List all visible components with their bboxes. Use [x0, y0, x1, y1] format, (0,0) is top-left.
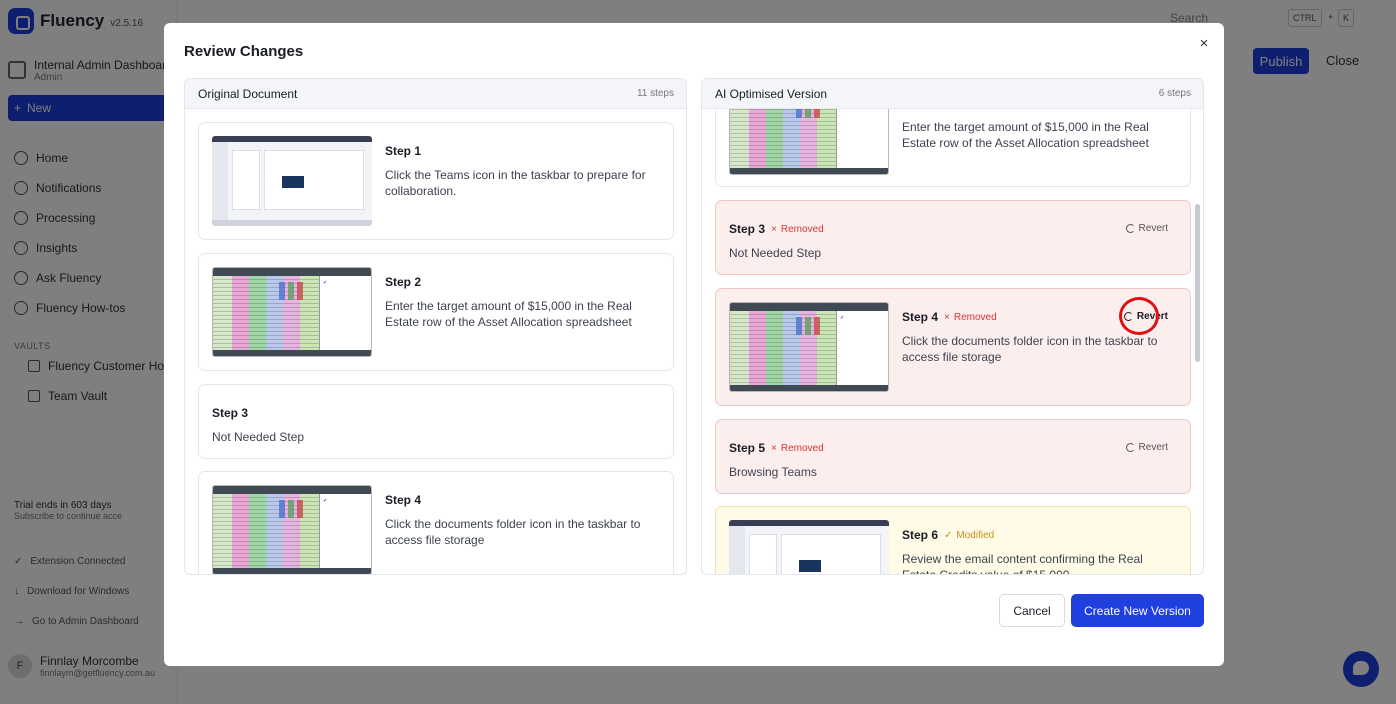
step-card[interactable]: ✓ Step 4 Click the documents folder icon… — [198, 471, 674, 574]
step-card[interactable]: ✓ Enter the target amount of $15,000 in … — [715, 109, 1191, 187]
check-icon: ✓ — [944, 529, 953, 541]
revert-icon — [1125, 224, 1135, 233]
cancel-button[interactable]: Cancel — [999, 594, 1065, 627]
optimised-steps-list[interactable]: ✓ Enter the target amount of $15,000 in … — [702, 109, 1203, 574]
step-card[interactable]: Step 1 Click the Teams icon in the taskb… — [198, 122, 674, 240]
step-title: Step 2 — [385, 275, 657, 289]
step-number: Step 4 — [902, 310, 939, 324]
step-title: Step 4 — [385, 493, 657, 507]
step-number: Step 3 — [212, 406, 249, 420]
step-number: Step 3 — [729, 222, 766, 236]
step-card-removed[interactable]: ✓ Step 4 × Removed Click the documents fo… — [715, 288, 1191, 406]
revert-button[interactable]: Revert — [1125, 223, 1168, 234]
panel-header: AI Optimised Version 6 steps — [702, 79, 1203, 109]
create-new-version-button[interactable]: Create New Version — [1071, 594, 1204, 627]
revert-icon — [1125, 443, 1135, 452]
step-description: Click the documents folder icon in the t… — [902, 334, 1158, 364]
modal-title: Review Changes — [184, 43, 304, 60]
step-description: Not Needed Step — [729, 246, 822, 260]
step-title: Step 5 × Removed — [729, 441, 1174, 455]
status-badge: × Removed — [771, 224, 824, 235]
close-icon[interactable]: × — [1196, 36, 1212, 52]
revert-icon — [1123, 312, 1133, 321]
step-description: Click the Teams icon in the taskbar to p… — [385, 168, 646, 198]
scrollbar[interactable] — [1195, 204, 1200, 362]
revert-label: Revert — [1138, 442, 1168, 453]
step-title: Step 1 — [385, 144, 657, 158]
status-label: Removed — [780, 223, 824, 235]
step-screenshot: ✓ — [729, 109, 889, 175]
status-label: Removed — [953, 311, 997, 323]
step-description: Enter the target amount of $15,000 in th… — [902, 120, 1149, 150]
step-number: Step 1 — [385, 144, 422, 158]
step-number: Step 2 — [385, 275, 422, 289]
revert-label: Revert — [1138, 223, 1168, 234]
step-card-removed[interactable]: Step 5 × Removed Browsing Teams Revert — [715, 419, 1191, 494]
status-label: Removed — [780, 442, 824, 454]
step-count: 6 steps — [1158, 88, 1191, 99]
revert-button[interactable]: Revert — [1123, 311, 1168, 322]
step-number: Step 4 — [385, 493, 422, 507]
panel-title: AI Optimised Version — [715, 86, 828, 101]
step-number: Step 6 — [902, 528, 939, 542]
step-description: Click the documents folder icon in the t… — [385, 517, 641, 547]
step-card-modified[interactable]: Step 6 ✓ Modified Review the email conten… — [715, 506, 1191, 574]
step-count: 11 steps — [636, 88, 674, 99]
step-screenshot: ✓ — [212, 485, 372, 574]
x-icon: × — [944, 311, 950, 323]
fluency-logo-icon: ✓ — [840, 315, 845, 321]
x-icon: × — [771, 223, 777, 235]
step-description: Enter the target amount of $15,000 in th… — [385, 299, 632, 329]
step-title: Step 6 ✓ Modified — [902, 528, 1174, 542]
step-description: Review the email content confirming the … — [902, 552, 1143, 574]
step-screenshot: ✓ — [729, 302, 889, 392]
step-number: Step 5 — [729, 441, 766, 455]
step-description: Not Needed Step — [212, 430, 305, 444]
step-screenshot: ✓ — [212, 267, 372, 357]
step-title: Step 3 × Removed — [729, 222, 1174, 236]
status-badge: × Removed — [771, 443, 824, 454]
step-screenshot — [729, 520, 889, 574]
ai-optimised-panel: AI Optimised Version 6 steps ✓ Enter the… — [701, 78, 1204, 575]
status-label: Modified — [956, 529, 995, 541]
fluency-logo-icon: ✓ — [323, 498, 328, 504]
step-card[interactable]: Step 3 Not Needed Step — [198, 384, 674, 459]
revert-button[interactable]: Revert — [1125, 442, 1168, 453]
original-steps-list[interactable]: Step 1 Click the Teams icon in the taskb… — [185, 109, 686, 574]
step-card-removed[interactable]: Step 3 × Removed Not Needed Step Revert — [715, 200, 1191, 275]
status-badge: ✓ Modified — [944, 530, 994, 541]
revert-label: Revert — [1136, 311, 1168, 322]
fluency-logo-icon: ✓ — [323, 280, 328, 286]
step-description: Browsing Teams — [729, 465, 817, 479]
review-changes-modal: Review Changes × Original Document 11 st… — [164, 23, 1224, 666]
step-title: Step 3 — [212, 406, 657, 420]
step-card[interactable]: ✓ Step 2 Enter the target amount of $15,… — [198, 253, 674, 371]
x-icon: × — [771, 442, 777, 454]
original-document-panel: Original Document 11 steps Step 1 Click … — [184, 78, 687, 575]
panel-title: Original Document — [198, 86, 298, 101]
step-screenshot — [212, 136, 372, 226]
panel-header: Original Document 11 steps — [185, 79, 686, 109]
status-badge: × Removed — [944, 312, 997, 323]
